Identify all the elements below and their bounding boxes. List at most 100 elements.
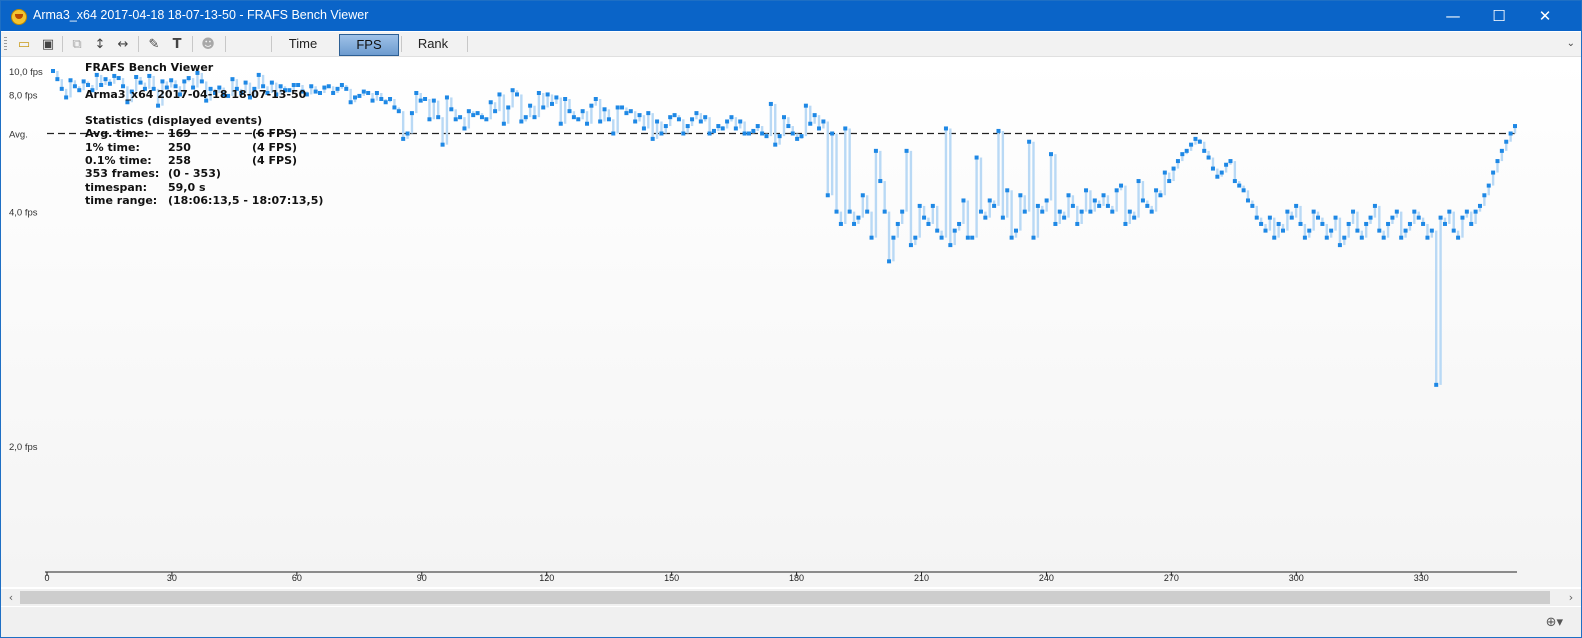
y-tick-label: 8,0 fps (9, 90, 38, 101)
data-point (423, 97, 428, 102)
text-icon[interactable]: T (168, 35, 186, 53)
fit-height-icon[interactable]: ↕ (91, 35, 109, 53)
data-point (134, 74, 139, 79)
y-tick-label: Avg. (9, 130, 28, 141)
data-point (690, 117, 695, 122)
x-tick-label: 30 (167, 573, 177, 583)
data-point (348, 100, 353, 105)
data-point (357, 93, 362, 98)
data-point (116, 76, 121, 81)
user-icon[interactable]: ☻ (199, 35, 217, 53)
tab-rank[interactable]: Rank (403, 34, 463, 54)
data-point (1407, 221, 1412, 226)
data-point (887, 259, 892, 264)
data-point (891, 235, 896, 240)
data-point (847, 209, 852, 214)
data-point (1372, 203, 1377, 208)
data-point (309, 84, 314, 89)
data-point (1342, 235, 1347, 240)
data-point (1486, 183, 1491, 188)
data-point (1022, 209, 1027, 214)
data-point (943, 126, 948, 131)
data-point (1337, 243, 1342, 248)
data-point (908, 243, 913, 248)
fit-width-icon[interactable]: ↔ (114, 35, 132, 53)
zoom-icon[interactable]: ⊕▾ (1546, 615, 1563, 630)
data-point (1267, 215, 1272, 220)
x-tick-label: 270 (1164, 573, 1179, 583)
data-point (720, 126, 725, 131)
stats-extra: (4 FPS) (252, 154, 298, 168)
x-tick-label: 240 (1039, 573, 1054, 583)
data-point (1237, 183, 1242, 188)
data-point (620, 105, 625, 110)
copy-icon[interactable]: ⧉ (68, 35, 86, 53)
stats-label: 0.1% time: (85, 154, 152, 168)
data-point (1263, 228, 1268, 233)
data-point (698, 119, 703, 124)
stats-value: (0 - 353) (168, 167, 221, 181)
fps-chart[interactable]: 10,0 fps 8,0 fps Avg. 4,0 fps 2,0 fps 0 30 60 90… (1, 57, 1581, 587)
x-tick-label: 330 (1414, 573, 1429, 583)
data-point (935, 228, 940, 233)
data-point (1359, 235, 1364, 240)
scroll-left-icon[interactable]: ‹ (3, 590, 19, 605)
data-point (1307, 228, 1312, 233)
data-point (668, 115, 673, 120)
data-point (803, 103, 808, 108)
stats-label: time range: (85, 193, 158, 207)
save-icon[interactable]: ▣ (39, 35, 57, 53)
settings-wrench-icon[interactable]: ✎ (145, 35, 163, 53)
data-point (1416, 215, 1421, 220)
data-point (107, 81, 112, 86)
data-point (1311, 209, 1316, 214)
data-point (366, 90, 371, 95)
data-point (1316, 215, 1321, 220)
open-folder-icon[interactable]: ▭ (15, 35, 33, 53)
minimize-button[interactable]: — (1430, 1, 1476, 31)
maximize-button[interactable]: ☐ (1476, 1, 1522, 31)
x-tick-label: 210 (914, 573, 929, 583)
data-point (1241, 188, 1246, 193)
toolbar-separator (401, 36, 402, 52)
data-point (1154, 188, 1159, 193)
tab-time[interactable]: Time (273, 34, 333, 54)
data-point (641, 126, 646, 131)
data-point (138, 80, 143, 85)
data-point (795, 136, 800, 141)
tab-fps[interactable]: FPS (339, 34, 399, 56)
data-point (514, 92, 519, 97)
toolbar-grip[interactable] (4, 37, 7, 51)
data-point (672, 113, 677, 118)
horizontal-scrollbar[interactable]: ‹ › (1, 589, 1581, 606)
data-point (1180, 152, 1185, 157)
data-point (1355, 228, 1360, 233)
scrollbar-thumb[interactable] (20, 591, 1550, 604)
toolbar-separator (225, 36, 226, 52)
data-point (1145, 203, 1150, 208)
data-point (186, 76, 191, 81)
data-point (1097, 203, 1102, 208)
close-button[interactable]: ✕ (1522, 1, 1568, 31)
data-point (256, 72, 261, 77)
data-point (760, 131, 765, 136)
data-point (1285, 209, 1290, 214)
x-tick-label: 90 (417, 573, 427, 583)
data-point (930, 203, 935, 208)
data-point (160, 79, 165, 84)
scroll-right-icon[interactable]: › (1563, 590, 1579, 605)
data-point (738, 119, 743, 124)
data-point (326, 84, 331, 89)
data-point (1171, 166, 1176, 171)
data-point (1092, 198, 1097, 203)
data-point (550, 101, 555, 106)
data-point (1206, 155, 1211, 160)
data-point (917, 203, 922, 208)
data-point (681, 131, 686, 136)
title-bar[interactable]: Arma3_x64 2017-04-18 18-07-13-50 - FRAFS… (1, 1, 1581, 31)
data-point (1381, 235, 1386, 240)
data-point (1513, 124, 1517, 129)
status-bar: ⊕▾ (1, 607, 1581, 637)
toolbar-overflow-icon[interactable]: ⌄ (1567, 38, 1575, 49)
data-point (856, 215, 861, 220)
